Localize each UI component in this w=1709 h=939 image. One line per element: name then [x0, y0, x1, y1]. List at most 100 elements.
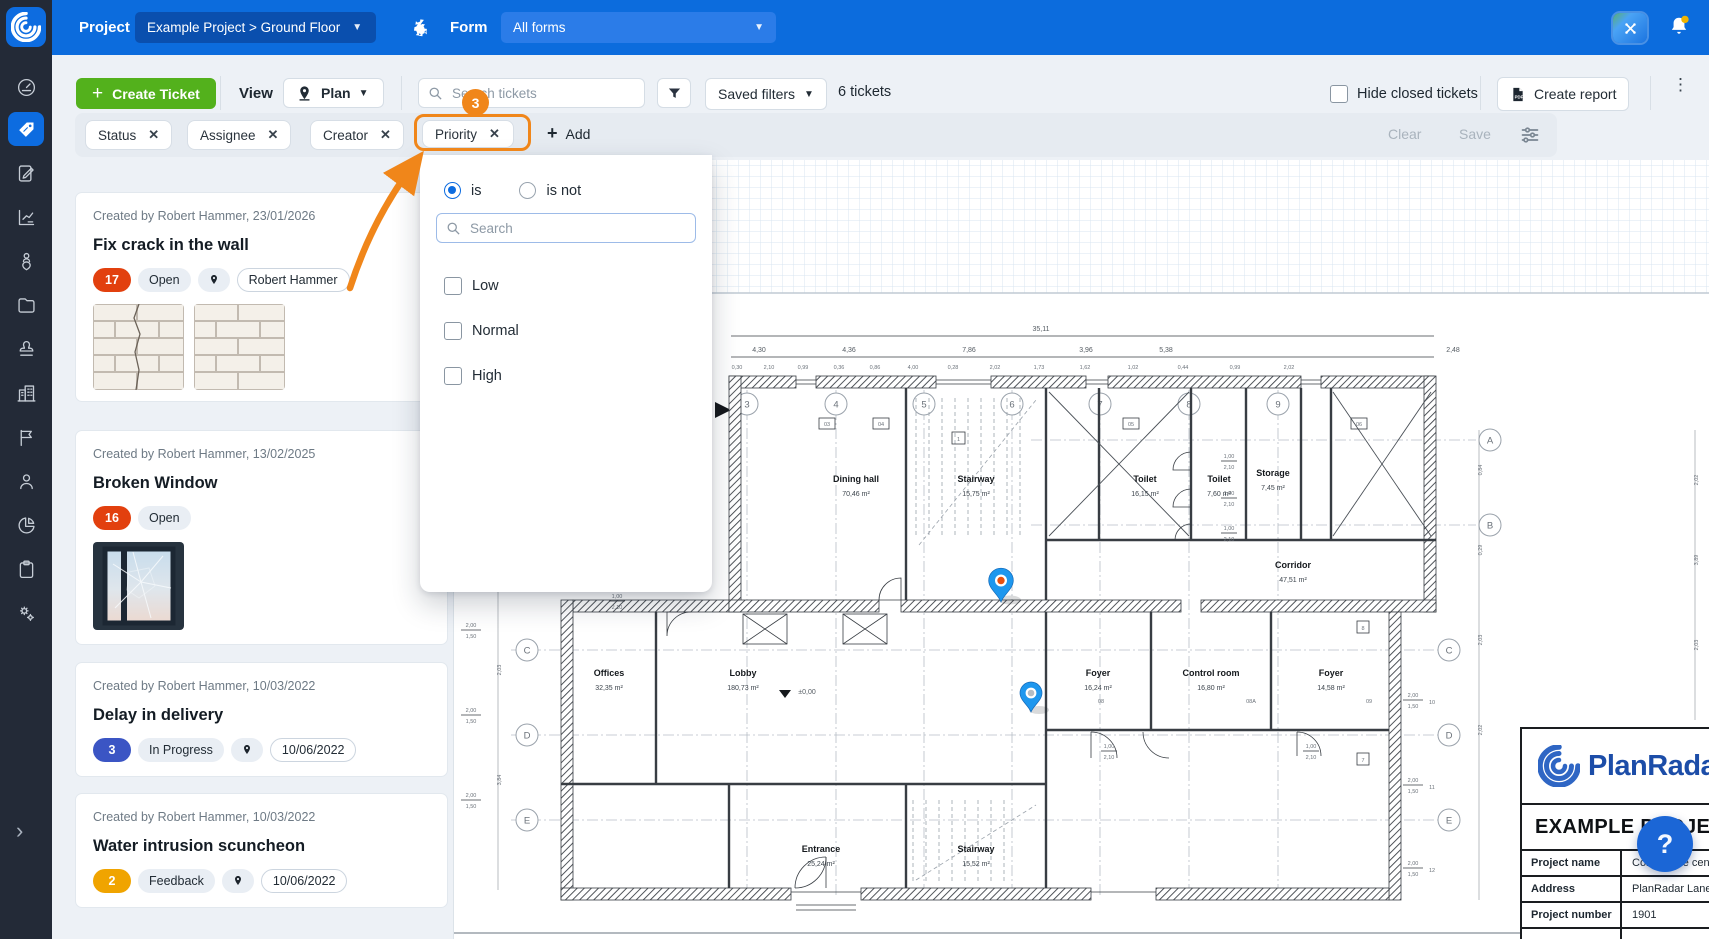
sidebar-item-flags[interactable] — [8, 420, 44, 454]
svg-text:2,10: 2,10 — [612, 605, 623, 611]
radio-option-is[interactable]: is is not — [444, 182, 581, 199]
save-filters-button[interactable]: Save — [1459, 126, 1491, 142]
planradar-app-logo[interactable] — [6, 7, 46, 47]
dropdown-search-input[interactable] — [468, 220, 686, 237]
remove-filter-icon[interactable]: ✕ — [268, 127, 279, 143]
remove-filter-icon[interactable]: ✕ — [489, 126, 500, 142]
sidebar-item-reports[interactable] — [8, 508, 44, 542]
more-options-kebab[interactable]: ⋮ — [1672, 80, 1689, 89]
filter-chip-status[interactable]: Status✕ — [85, 120, 172, 150]
radio-selected-icon[interactable] — [444, 182, 461, 199]
svg-text:2,00: 2,00 — [1408, 778, 1419, 784]
radio-unselected-icon[interactable] — [519, 182, 536, 199]
svg-text:2,00: 2,00 — [466, 623, 477, 629]
ticket-card[interactable]: Created by Robert Hammer, 23/01/2026 Fix… — [75, 192, 448, 402]
ticket-due-date-badge: 10/06/2022 — [270, 738, 357, 762]
dropdown-search-box[interactable] — [436, 213, 696, 243]
chevron-down-icon: ▼ — [754, 22, 764, 33]
priority-option-high[interactable]: High — [444, 367, 502, 385]
svg-text:6: 6 — [1009, 400, 1014, 411]
sidebar-item-settings[interactable] — [8, 596, 44, 630]
help-button[interactable]: ? — [1637, 816, 1693, 872]
notifications-bell-icon[interactable] — [1666, 14, 1692, 45]
svg-text:1,50: 1,50 — [466, 719, 477, 725]
ticket-photo-brick[interactable] — [194, 304, 285, 390]
sidebar-item-site-inspection[interactable] — [8, 244, 44, 278]
remove-filter-icon[interactable]: ✕ — [148, 127, 159, 143]
svg-text:1,50: 1,50 — [466, 634, 477, 640]
add-filter-button[interactable]: + Add — [547, 123, 590, 144]
sidebar-item-dashboard[interactable] — [8, 70, 44, 104]
clear-filters-button[interactable]: Clear — [1388, 126, 1421, 142]
filter-button[interactable] — [657, 78, 691, 108]
chevron-down-icon: ▼ — [359, 88, 369, 99]
search-tickets-box[interactable] — [418, 78, 645, 108]
ticket-pin-gray[interactable] — [1020, 682, 1049, 714]
priority-option-low[interactable]: Low — [444, 277, 499, 295]
svg-text:2,03: 2,03 — [1694, 640, 1700, 651]
svg-text:0,36: 0,36 — [834, 365, 845, 371]
remove-filter-icon[interactable]: ✕ — [380, 127, 391, 143]
svg-text:7,86: 7,86 — [962, 347, 976, 354]
svg-text:4,30: 4,30 — [752, 347, 766, 354]
search-icon — [446, 221, 461, 236]
saved-filters-selector[interactable]: Saved filters ▼ — [705, 78, 827, 110]
svg-text:Foyer: Foyer — [1086, 668, 1111, 678]
sidebar-item-forms[interactable] — [8, 156, 44, 190]
ticket-photo-broken-window[interactable] — [93, 542, 184, 630]
filter-chip-priority[interactable]: Priority✕ — [422, 120, 514, 148]
priority-option-normal[interactable]: Normal — [444, 322, 519, 340]
sidebar-item-documents[interactable] — [8, 288, 44, 322]
form-selector[interactable]: All forms ▼ — [501, 12, 776, 43]
svg-text:16,24 m²: 16,24 m² — [1084, 685, 1112, 692]
svg-text:E: E — [1446, 816, 1452, 827]
ticket-card[interactable]: Created by Robert Hammer, 13/02/2025 Bro… — [75, 430, 448, 645]
ticket-count: 6 tickets — [838, 84, 891, 100]
svg-text:35,11: 35,11 — [1033, 326, 1050, 333]
sidebar-item-contacts[interactable] — [8, 464, 44, 498]
svg-text:1,50: 1,50 — [1408, 704, 1419, 710]
radio-option-is-not[interactable]: is not — [546, 183, 581, 199]
checkbox-icon[interactable] — [444, 322, 462, 340]
svg-text:2,10: 2,10 — [1224, 502, 1235, 508]
ticket-pin-orange[interactable] — [989, 568, 1021, 604]
svg-text:4,36: 4,36 — [842, 347, 856, 354]
svg-text:2,00: 2,00 — [466, 708, 477, 714]
title-block-row: Address PlanRadar Lane 1 — [1522, 875, 1709, 901]
sidebar-item-tickets[interactable] — [8, 112, 44, 146]
svg-text:Toilet: Toilet — [1133, 474, 1156, 484]
ticket-card[interactable]: Created by Robert Hammer, 10/03/2022 Del… — [75, 662, 448, 777]
hide-closed-tickets-toggle[interactable]: Hide closed tickets — [1330, 85, 1478, 103]
sidebar-item-stamps[interactable] — [8, 332, 44, 366]
sidebar-item-tasks[interactable] — [8, 552, 44, 586]
form-label: Form — [450, 0, 488, 55]
svg-text:1,62: 1,62 — [1080, 365, 1091, 371]
svg-text:Dining hall: Dining hall — [833, 474, 879, 484]
marketplace-icon[interactable] — [1613, 13, 1647, 43]
project-selector[interactable]: Example Project > Ground Floor ▼ — [135, 12, 376, 43]
location-pin-icon — [198, 268, 230, 292]
create-report-button[interactable]: PDF Create report — [1497, 77, 1629, 111]
create-ticket-button[interactable]: + Create Ticket — [76, 78, 216, 109]
title-block-label: Address — [1522, 877, 1622, 901]
hide-closed-checkbox[interactable] — [1330, 85, 1348, 103]
ticket-photo-brick-cracked[interactable] — [93, 304, 184, 390]
planradar-brand-text: PlanRadar — [1588, 750, 1709, 783]
filter-chip-creator[interactable]: Creator✕ — [310, 120, 404, 150]
checkbox-icon[interactable] — [444, 277, 462, 295]
sidebar-item-statistics[interactable] — [8, 200, 44, 234]
svg-text:Stairway: Stairway — [957, 474, 994, 484]
sidebar-collapse-chevron[interactable]: › — [16, 818, 23, 844]
filter-settings-sliders-icon[interactable] — [1520, 125, 1540, 145]
filter-chip-assignee[interactable]: Assignee✕ — [187, 120, 291, 150]
svg-text:C: C — [1446, 646, 1453, 657]
svg-text:1,50: 1,50 — [466, 804, 477, 810]
location-pin-icon — [231, 738, 263, 762]
sidebar-item-company[interactable] — [8, 376, 44, 410]
checkbox-icon[interactable] — [444, 367, 462, 385]
view-plan-selector[interactable]: Plan ▼ — [283, 78, 384, 108]
ticket-title: Water intrusion scuncheon — [93, 837, 430, 856]
project-settings-gear-icon[interactable] — [409, 17, 430, 38]
ticket-title: Delay in delivery — [93, 706, 430, 725]
ticket-card[interactable]: Created by Robert Hammer, 10/03/2022 Wat… — [75, 793, 448, 908]
